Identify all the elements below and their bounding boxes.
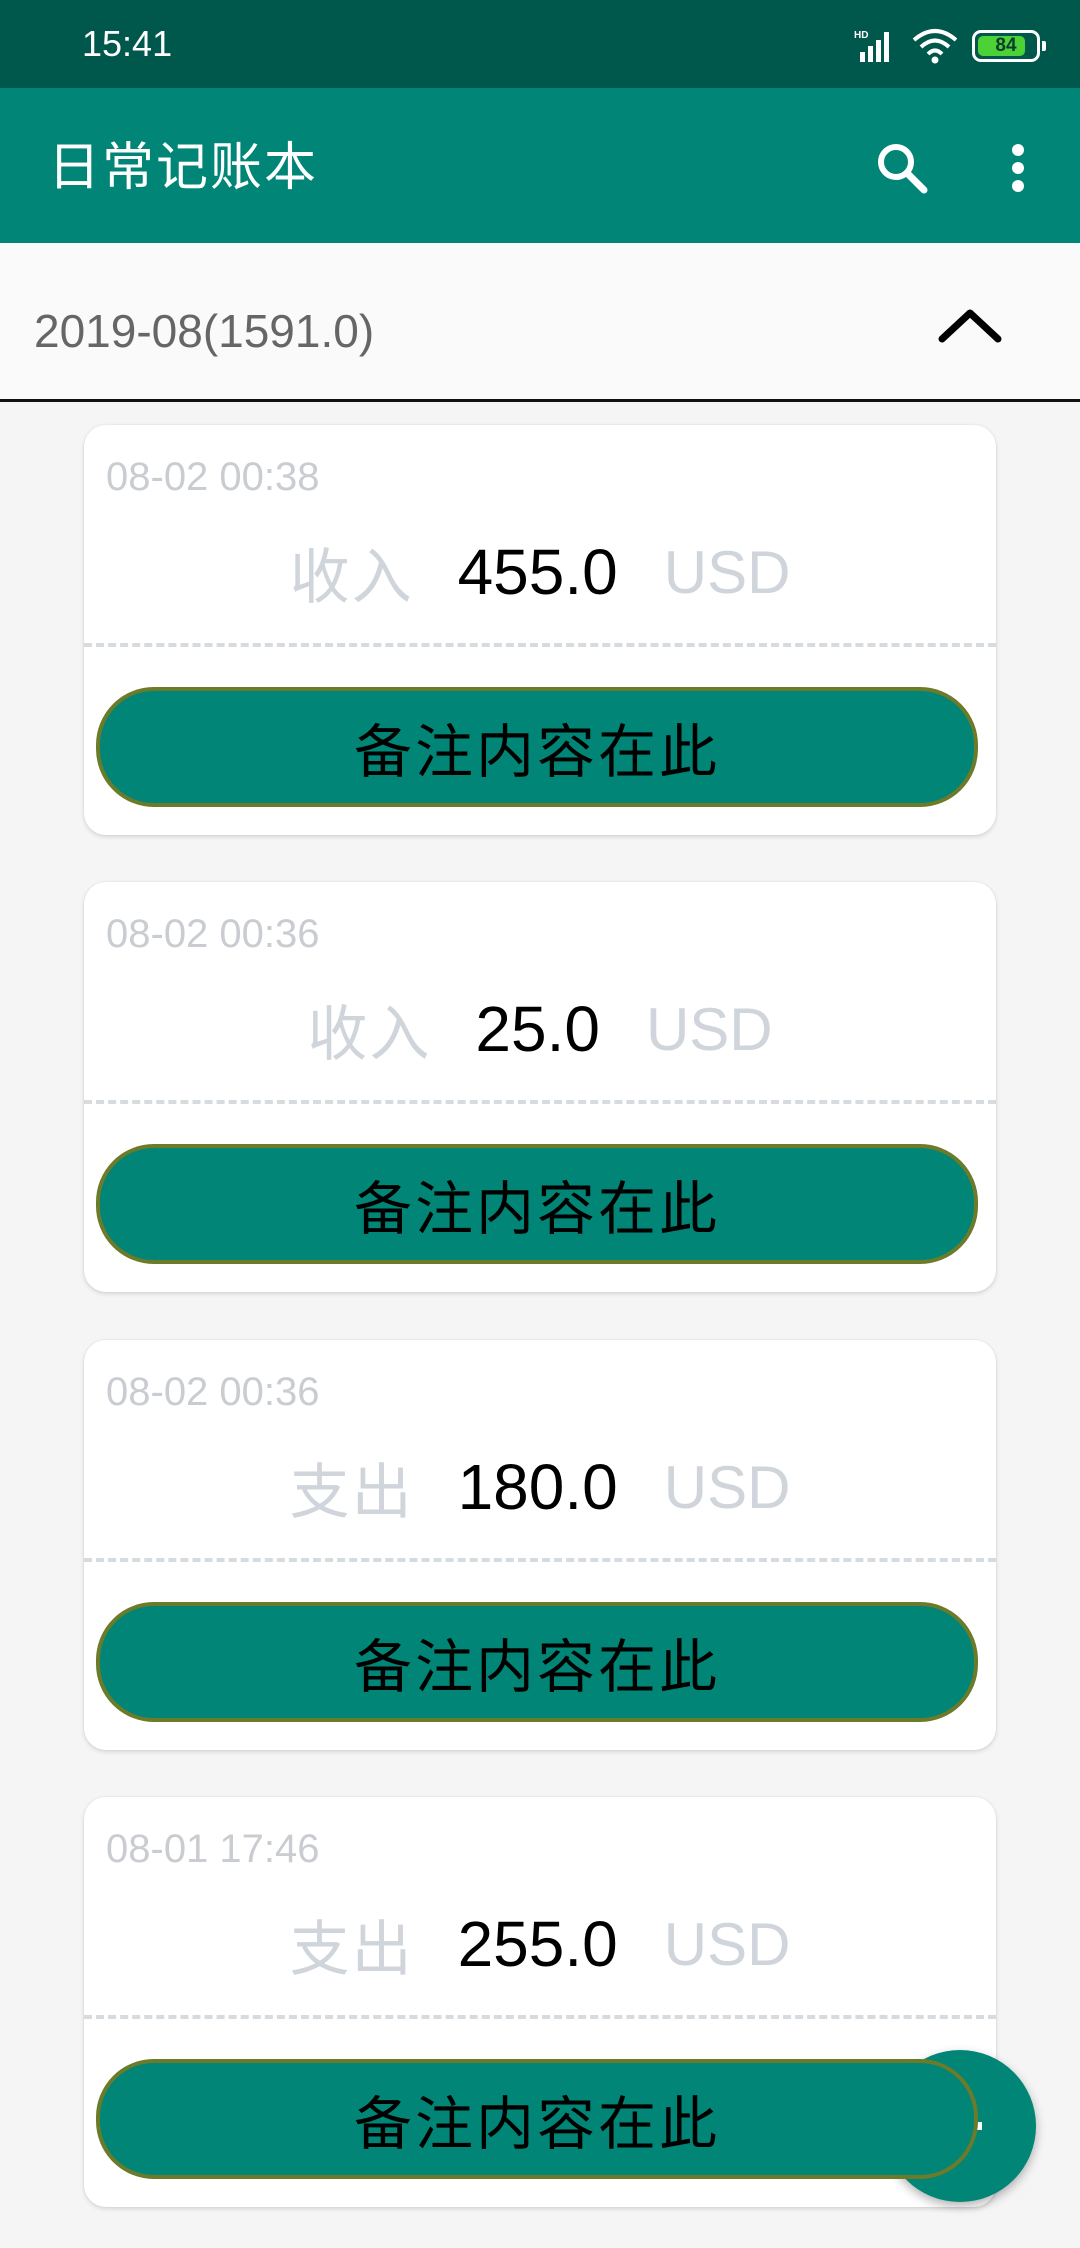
entry-amount: 255.0: [457, 1908, 618, 1980]
entry-time: 08-02 00:38: [106, 455, 320, 499]
entry-time: 08-01 17:46: [106, 1827, 320, 1871]
amount-row: 支出 180.0 USD: [84, 1451, 996, 1528]
entry-time: 08-02 00:36: [106, 912, 320, 956]
note-button[interactable]: 备注内容在此: [96, 2059, 978, 2179]
entry-time: 08-02 00:36: [106, 1370, 320, 1414]
battery-level: 84: [995, 35, 1017, 56]
status-time: 15:41: [82, 23, 173, 64]
app-bar: 日常记账本: [0, 88, 1080, 243]
entry-type: 收入: [289, 542, 414, 613]
wifi-icon: [912, 29, 958, 64]
entry-currency: USD: [663, 1910, 791, 1978]
month-group-header[interactable]: 2019-08(1591.0): [0, 243, 1080, 402]
battery-icon: 84: [972, 30, 1046, 62]
dashed-divider: [84, 1100, 996, 1104]
entry-type: 收入: [307, 999, 432, 1070]
amount-row: 收入 25.0 USD: [84, 993, 996, 1070]
entry-type: 支出: [289, 1457, 414, 1528]
note-button[interactable]: 备注内容在此: [96, 1602, 978, 1722]
entry-amount: 180.0: [457, 1451, 618, 1523]
app-title: 日常记账本: [48, 138, 319, 198]
status-icons: HD 84: [854, 24, 1046, 68]
month-summary: 2019-08(1591.0): [34, 305, 375, 357]
svg-text:HD: HD: [854, 30, 868, 41]
more-vert-icon: [1012, 144, 1024, 192]
entry-amount: 455.0: [457, 536, 618, 608]
entry-card[interactable]: 08-02 00:38 收入 455.0 USD 备注内容在此: [84, 425, 996, 835]
entry-card[interactable]: 08-02 00:36 收入 25.0 USD 备注内容在此: [84, 882, 996, 1292]
more-options-button[interactable]: [990, 136, 1046, 200]
entry-amount: 25.0: [475, 993, 600, 1065]
search-icon: [878, 144, 928, 194]
chevron-up-icon: [938, 309, 1002, 343]
entry-currency: USD: [663, 1453, 791, 1521]
status-bar: 15:41 HD 84: [0, 0, 1080, 88]
dashed-divider: [84, 1558, 996, 1562]
entry-card[interactable]: 08-01 17:46 支出 255.0 USD 备注内容在此: [84, 1797, 996, 2207]
dashed-divider: [84, 2015, 996, 2019]
entry-type: 支出: [289, 1914, 414, 1985]
entry-currency: USD: [645, 995, 773, 1063]
hd-signal-icon: HD: [854, 30, 889, 62]
entry-currency: USD: [663, 538, 791, 606]
collapse-button[interactable]: [930, 293, 1010, 357]
dashed-divider: [84, 643, 996, 647]
note-button[interactable]: 备注内容在此: [96, 1144, 978, 1264]
amount-row: 支出 255.0 USD: [84, 1908, 996, 1985]
search-button[interactable]: [870, 136, 934, 200]
note-button[interactable]: 备注内容在此: [96, 687, 978, 807]
entry-card[interactable]: 08-02 00:36 支出 180.0 USD 备注内容在此: [84, 1340, 996, 1750]
amount-row: 收入 455.0 USD: [84, 536, 996, 613]
